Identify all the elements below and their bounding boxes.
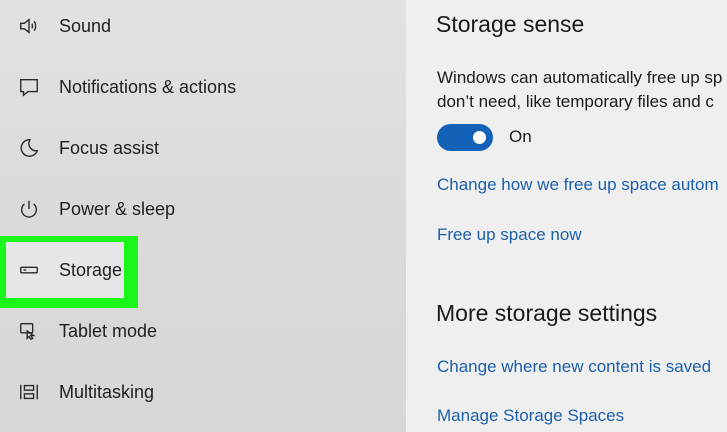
- sidebar-item-sound[interactable]: Sound: [0, 6, 300, 46]
- storage-sense-heading: Storage sense: [436, 11, 585, 37]
- toggle-knob: [473, 131, 486, 144]
- storage-drive-icon: [17, 258, 41, 282]
- description-line-2: don’t need, like temporary files and c: [437, 92, 714, 111]
- sidebar-item-label: Focus assist: [59, 137, 160, 158]
- sidebar-item-label: Sound: [59, 15, 112, 36]
- more-storage-settings-heading: More storage settings: [436, 300, 658, 326]
- storage-settings-pane: Storage sense Windows can automatically …: [406, 0, 727, 432]
- toggle-state-label: On: [509, 127, 532, 146]
- change-how-free-space-link[interactable]: Change how we free up space autom: [437, 175, 719, 195]
- message-icon: [17, 75, 41, 99]
- storage-sense-toggle[interactable]: [437, 124, 493, 151]
- sidebar-item-label: Multitasking: [59, 381, 155, 402]
- storage-sense-description: Windows can automatically free up sp don…: [437, 66, 722, 114]
- sidebar-item-notifications[interactable]: Notifications & actions: [0, 67, 300, 107]
- moon-icon: [17, 136, 41, 160]
- sidebar-item-focus-assist[interactable]: Focus assist: [0, 128, 300, 168]
- tablet-mode-icon: [17, 319, 41, 343]
- multitasking-icon: [17, 380, 41, 404]
- sidebar-item-multitasking[interactable]: Multitasking: [0, 372, 300, 412]
- speaker-icon: [17, 14, 41, 38]
- manage-storage-spaces-link[interactable]: Manage Storage Spaces: [437, 406, 624, 426]
- sidebar-item-label: Tablet mode: [59, 320, 158, 341]
- free-up-space-now-link[interactable]: Free up space now: [437, 225, 582, 245]
- description-line-1: Windows can automatically free up sp: [437, 68, 723, 87]
- settings-sidebar: Sound Notifications & actions Focus assi…: [0, 0, 406, 432]
- sidebar-item-label: Storage: [59, 259, 123, 280]
- change-where-content-saved-link[interactable]: Change where new content is saved: [437, 357, 711, 377]
- sidebar-item-storage[interactable]: Storage: [0, 250, 300, 290]
- sidebar-item-tablet-mode[interactable]: Tablet mode: [0, 311, 300, 351]
- sidebar-item-label: Power & sleep: [59, 198, 176, 219]
- power-icon: [17, 197, 41, 221]
- sidebar-item-label: Notifications & actions: [59, 76, 237, 97]
- sidebar-item-power-sleep[interactable]: Power & sleep: [0, 189, 300, 229]
